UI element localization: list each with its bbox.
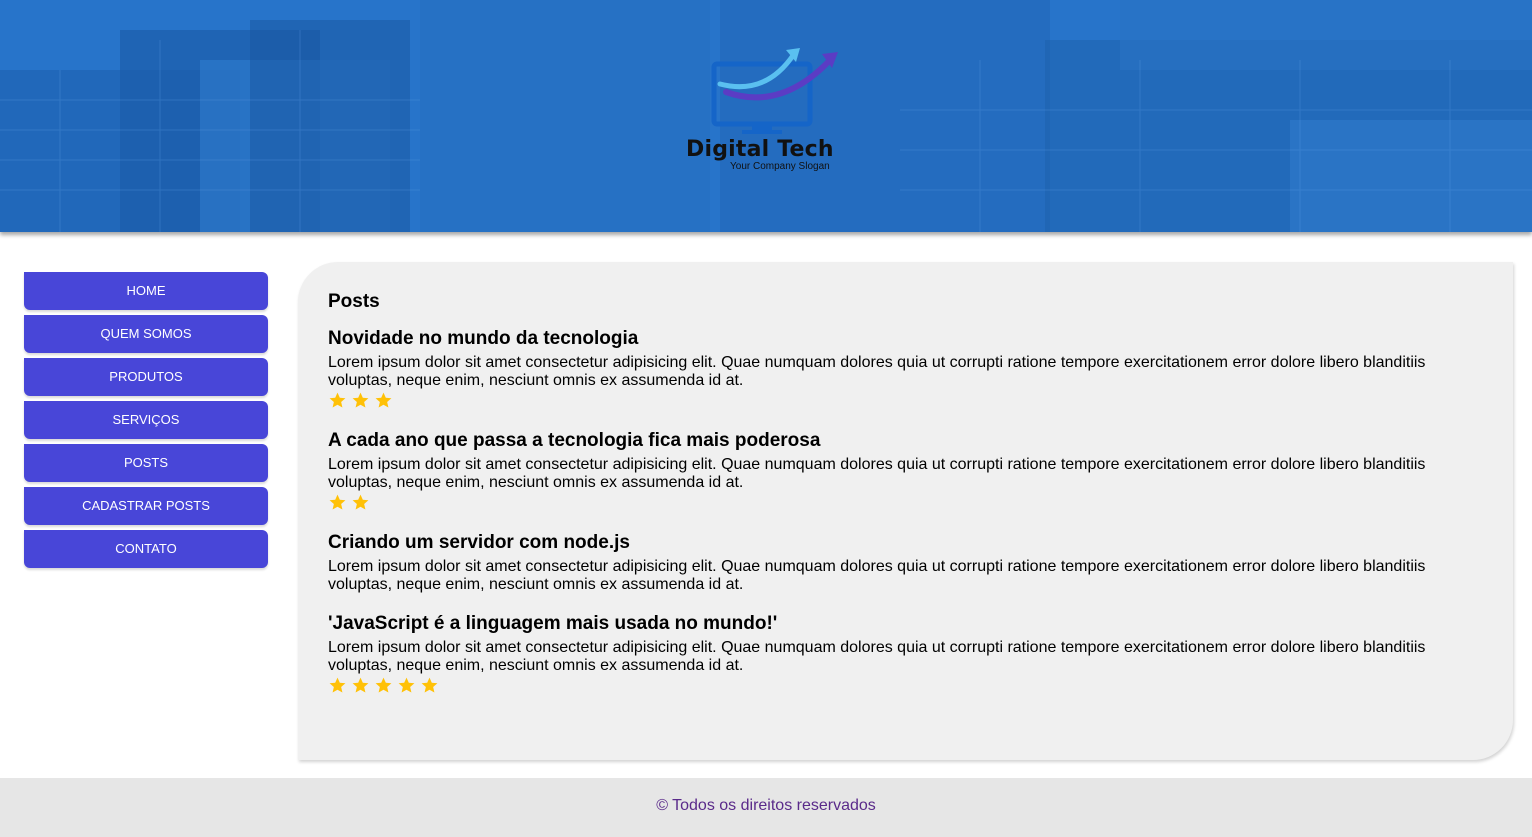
- star-icon: [328, 676, 347, 695]
- sidebar-nav: HOME QUEM SOMOS PRODUTOS SERVIÇOS POSTS …: [24, 272, 268, 573]
- copyright-text: © Todos os direitos reservados: [656, 797, 876, 814]
- nav-cadastrar-posts-button[interactable]: CADASTRAR POSTS: [24, 487, 268, 525]
- post-body: Lorem ipsum dolor sit amet consectetur a…: [328, 558, 1426, 593]
- star-icon: [328, 493, 347, 512]
- brand-slogan: Your Company Slogan: [730, 161, 830, 172]
- post-body: Lorem ipsum dolor sit amet consectetur a…: [328, 456, 1426, 491]
- post-item: 'JavaScript é a linguagem mais usada no …: [328, 613, 1483, 696]
- nav-posts-button[interactable]: POSTS: [24, 444, 268, 482]
- post-item: Criando um servidor com node.js Lorem ip…: [328, 532, 1483, 594]
- star-icon: [351, 493, 370, 512]
- monitor-with-arrow-logo-icon: [711, 48, 838, 134]
- star-icon: [351, 391, 370, 410]
- post-rating: [328, 391, 1483, 411]
- star-icon: [374, 676, 393, 695]
- post-title[interactable]: Novidade no mundo da tecnologia: [328, 328, 1483, 350]
- post-body: Lorem ipsum dolor sit amet consectetur a…: [328, 639, 1426, 674]
- post-body: Lorem ipsum dolor sit amet consectetur a…: [328, 354, 1426, 389]
- header-banner: Digital Tech Your Company Slogan: [0, 0, 1532, 232]
- star-icon: [351, 676, 370, 695]
- post-item: A cada ano que passa a tecnologia fica m…: [328, 430, 1483, 513]
- star-icon: [374, 391, 393, 410]
- nav-quem-somos-button[interactable]: QUEM SOMOS: [24, 315, 268, 353]
- post-title[interactable]: A cada ano que passa a tecnologia fica m…: [328, 430, 1483, 452]
- brand-logo[interactable]: Digital Tech Your Company Slogan: [686, 46, 842, 176]
- posts-panel: Posts Novidade no mundo da tecnologia Lo…: [298, 262, 1513, 760]
- star-icon: [397, 676, 416, 695]
- nav-contato-button[interactable]: CONTATO: [24, 530, 268, 568]
- post-title[interactable]: Criando um servidor com node.js: [328, 532, 1483, 554]
- footer: © Todos os direitos reservados: [0, 778, 1532, 837]
- post-title[interactable]: 'JavaScript é a linguagem mais usada no …: [328, 613, 1483, 635]
- post-rating: [328, 676, 1483, 696]
- nav-servicos-button[interactable]: SERVIÇOS: [24, 401, 268, 439]
- post-item: Novidade no mundo da tecnologia Lorem ip…: [328, 328, 1483, 411]
- nav-produtos-button[interactable]: PRODUTOS: [24, 358, 268, 396]
- post-rating: [328, 493, 1483, 513]
- nav-home-button[interactable]: HOME: [24, 272, 268, 310]
- star-icon: [328, 391, 347, 410]
- page-title: Posts: [328, 291, 380, 312]
- brand-title: Digital Tech: [686, 137, 834, 162]
- star-icon: [420, 676, 439, 695]
